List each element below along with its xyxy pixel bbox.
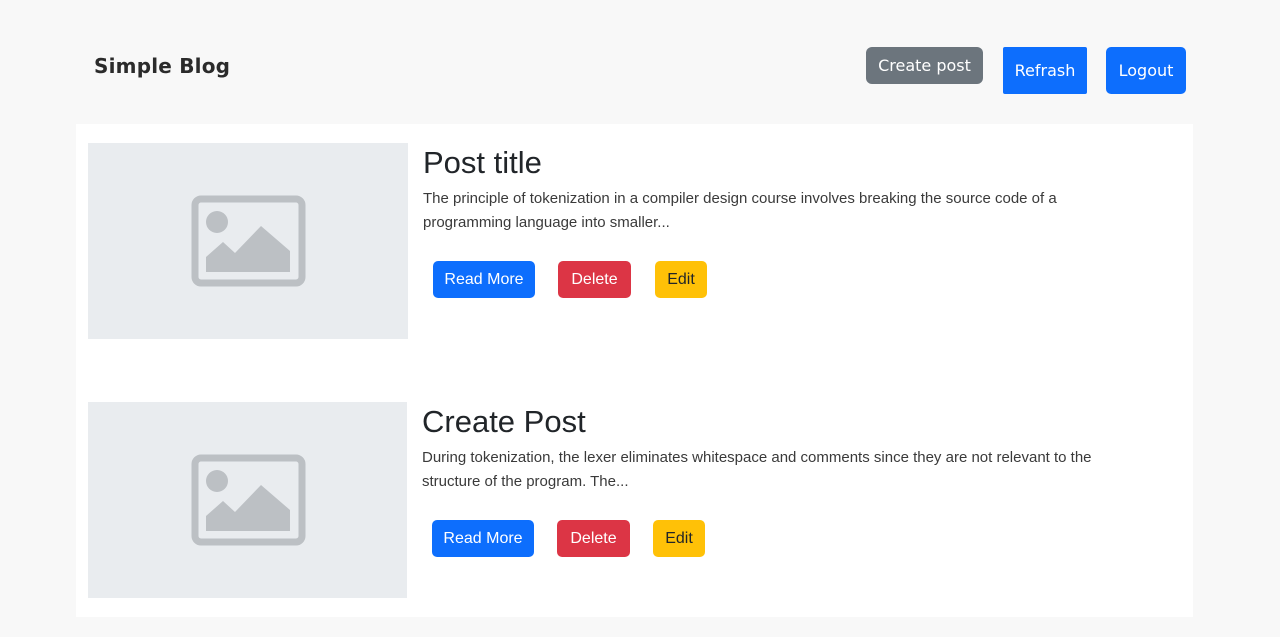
edit-button[interactable]: Edit (653, 520, 705, 557)
post-card: Post title The principle of tokenization… (76, 124, 1193, 383)
create-post-button[interactable]: Create post (866, 47, 983, 84)
post-title[interactable]: Post title (423, 144, 542, 182)
post-excerpt: During tokenization, the lexer eliminate… (422, 449, 1092, 490)
image-placeholder-icon (191, 195, 306, 287)
post-thumbnail (88, 402, 407, 598)
refresh-button[interactable]: Refrash (1003, 47, 1087, 94)
post-list: Post title The principle of tokenization… (76, 124, 1193, 617)
post-card: Create Post During tokenization, the lex… (76, 383, 1193, 617)
post-excerpt: The principle of tokenization in a compi… (423, 190, 1057, 231)
navbar: Simple Blog Create post Refrash Logout (0, 0, 1280, 124)
delete-button[interactable]: Delete (558, 261, 631, 298)
logout-button[interactable]: Logout (1106, 47, 1186, 94)
delete-button[interactable]: Delete (557, 520, 630, 557)
site-brand[interactable]: Simple Blog (94, 54, 230, 78)
post-thumbnail (88, 143, 408, 339)
edit-button[interactable]: Edit (655, 261, 707, 298)
post-title[interactable]: Create Post (422, 403, 586, 441)
read-more-button[interactable]: Read More (433, 261, 535, 298)
read-more-button[interactable]: Read More (432, 520, 534, 557)
image-placeholder-icon (191, 454, 306, 546)
